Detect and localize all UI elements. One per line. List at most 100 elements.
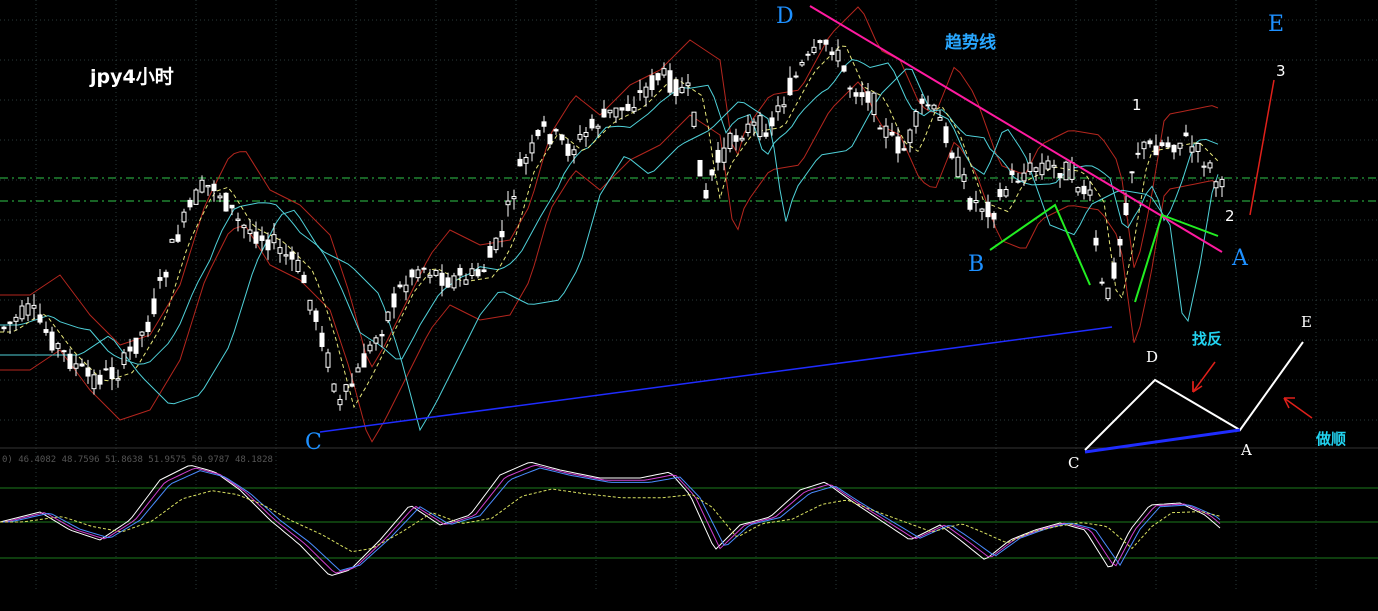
candle-body: [877, 127, 883, 130]
candle-body: [1207, 162, 1213, 169]
indicator-readout: 0) 46.4082 48.7596 51.8638 51.9575 50.97…: [2, 455, 273, 465]
candle-body: [373, 337, 379, 344]
candle-body: [1183, 132, 1189, 137]
candle-body: [607, 109, 613, 114]
candle-body: [1045, 160, 1051, 170]
schematic-label-c: C: [1068, 454, 1080, 472]
candle-body: [925, 104, 931, 107]
candle-body: [205, 184, 211, 188]
candle-body: [673, 79, 679, 97]
candle-body: [691, 111, 697, 127]
candle-body: [97, 374, 103, 385]
candle-body: [961, 174, 967, 182]
candle-body: [499, 231, 505, 238]
candle-body: [211, 183, 217, 192]
candle-body: [13, 316, 19, 322]
candle-body: [895, 136, 901, 154]
wave-label-a: A: [1232, 246, 1248, 271]
candle-body: [595, 125, 601, 129]
candle-body: [679, 86, 685, 94]
candle-body: [841, 65, 847, 72]
candle-body: [751, 121, 757, 126]
candle-body: [655, 73, 661, 81]
candle-body: [661, 68, 667, 76]
candle-body: [811, 46, 817, 53]
candle-body: [1057, 172, 1063, 179]
candle-body: [793, 75, 799, 78]
candle-body: [487, 246, 493, 258]
candle-body: [1129, 171, 1135, 174]
candle-body: [553, 129, 559, 132]
candle-body: [835, 49, 841, 62]
candles: [1, 39, 1225, 411]
candle-body: [7, 321, 13, 324]
candle-body: [397, 284, 403, 288]
candle-body: [865, 91, 871, 103]
candle-body: [847, 87, 853, 90]
candle-body: [301, 274, 307, 284]
candle-body: [355, 367, 361, 373]
schematic-label-a: A: [1241, 441, 1252, 459]
candle-body: [361, 353, 367, 368]
candle-body: [79, 363, 85, 367]
candle-body: [703, 189, 709, 199]
candle-body: [871, 92, 877, 116]
candle-body: [25, 303, 31, 316]
oscillator-d-line: [0, 464, 1221, 574]
candle-body: [223, 192, 229, 212]
candle-body: [799, 62, 805, 66]
candle-body: [823, 39, 829, 45]
candle-body: [775, 105, 781, 113]
candle-body: [379, 334, 385, 337]
candle-body: [583, 131, 589, 138]
candle-body: [625, 103, 631, 111]
indicator-lines: [0, 6, 1378, 443]
candle-body: [1117, 238, 1123, 246]
candle-body: [859, 92, 865, 98]
candle-body: [217, 195, 223, 199]
candle-body: [967, 197, 973, 210]
wave-label-b: B: [968, 252, 985, 277]
candle-body: [901, 148, 907, 151]
candle-body: [481, 269, 487, 273]
chart-title: jpy4小时: [90, 66, 174, 88]
candle-body: [193, 189, 199, 205]
candle-body: [1123, 203, 1129, 216]
candle-body: [175, 234, 181, 242]
candle-body: [1165, 142, 1171, 148]
candle-body: [883, 125, 889, 138]
downtrend-line: [809, 5, 1223, 253]
candle-body: [277, 247, 283, 254]
candle-body: [619, 107, 625, 111]
candle-body: [997, 189, 1003, 198]
candle-body: [787, 77, 793, 96]
candle-body: [541, 121, 547, 127]
trendline-label: 趋势线: [945, 33, 996, 53]
oscillator-slow-line: [0, 467, 1221, 572]
count-label-2: 2: [1225, 207, 1235, 225]
candle-body: [1087, 189, 1093, 196]
candle-body: [469, 268, 475, 277]
candle-body: [829, 51, 835, 55]
candle-body: [349, 383, 355, 387]
candle-body: [103, 368, 109, 371]
candle-body: [439, 272, 445, 286]
candle-body: [445, 277, 451, 288]
candle-body: [85, 367, 91, 377]
cyan-ma-slow: [0, 68, 1219, 432]
wave-label-d: D: [776, 4, 794, 29]
candle-body: [121, 352, 127, 366]
candle-body: [421, 267, 427, 270]
candle-body: [547, 134, 553, 145]
wave-c-support-line: [319, 326, 1113, 433]
candle-body: [55, 343, 61, 349]
candle-body: [187, 199, 193, 208]
candle-body: [295, 259, 301, 272]
candle-body: [1033, 167, 1039, 172]
candle-body: [409, 269, 415, 278]
candle-body: [1153, 145, 1159, 156]
candle-body: [1063, 161, 1069, 181]
annotation-lines: [319, 5, 1313, 454]
candle-body: [307, 299, 313, 311]
candle-body: [457, 267, 463, 276]
